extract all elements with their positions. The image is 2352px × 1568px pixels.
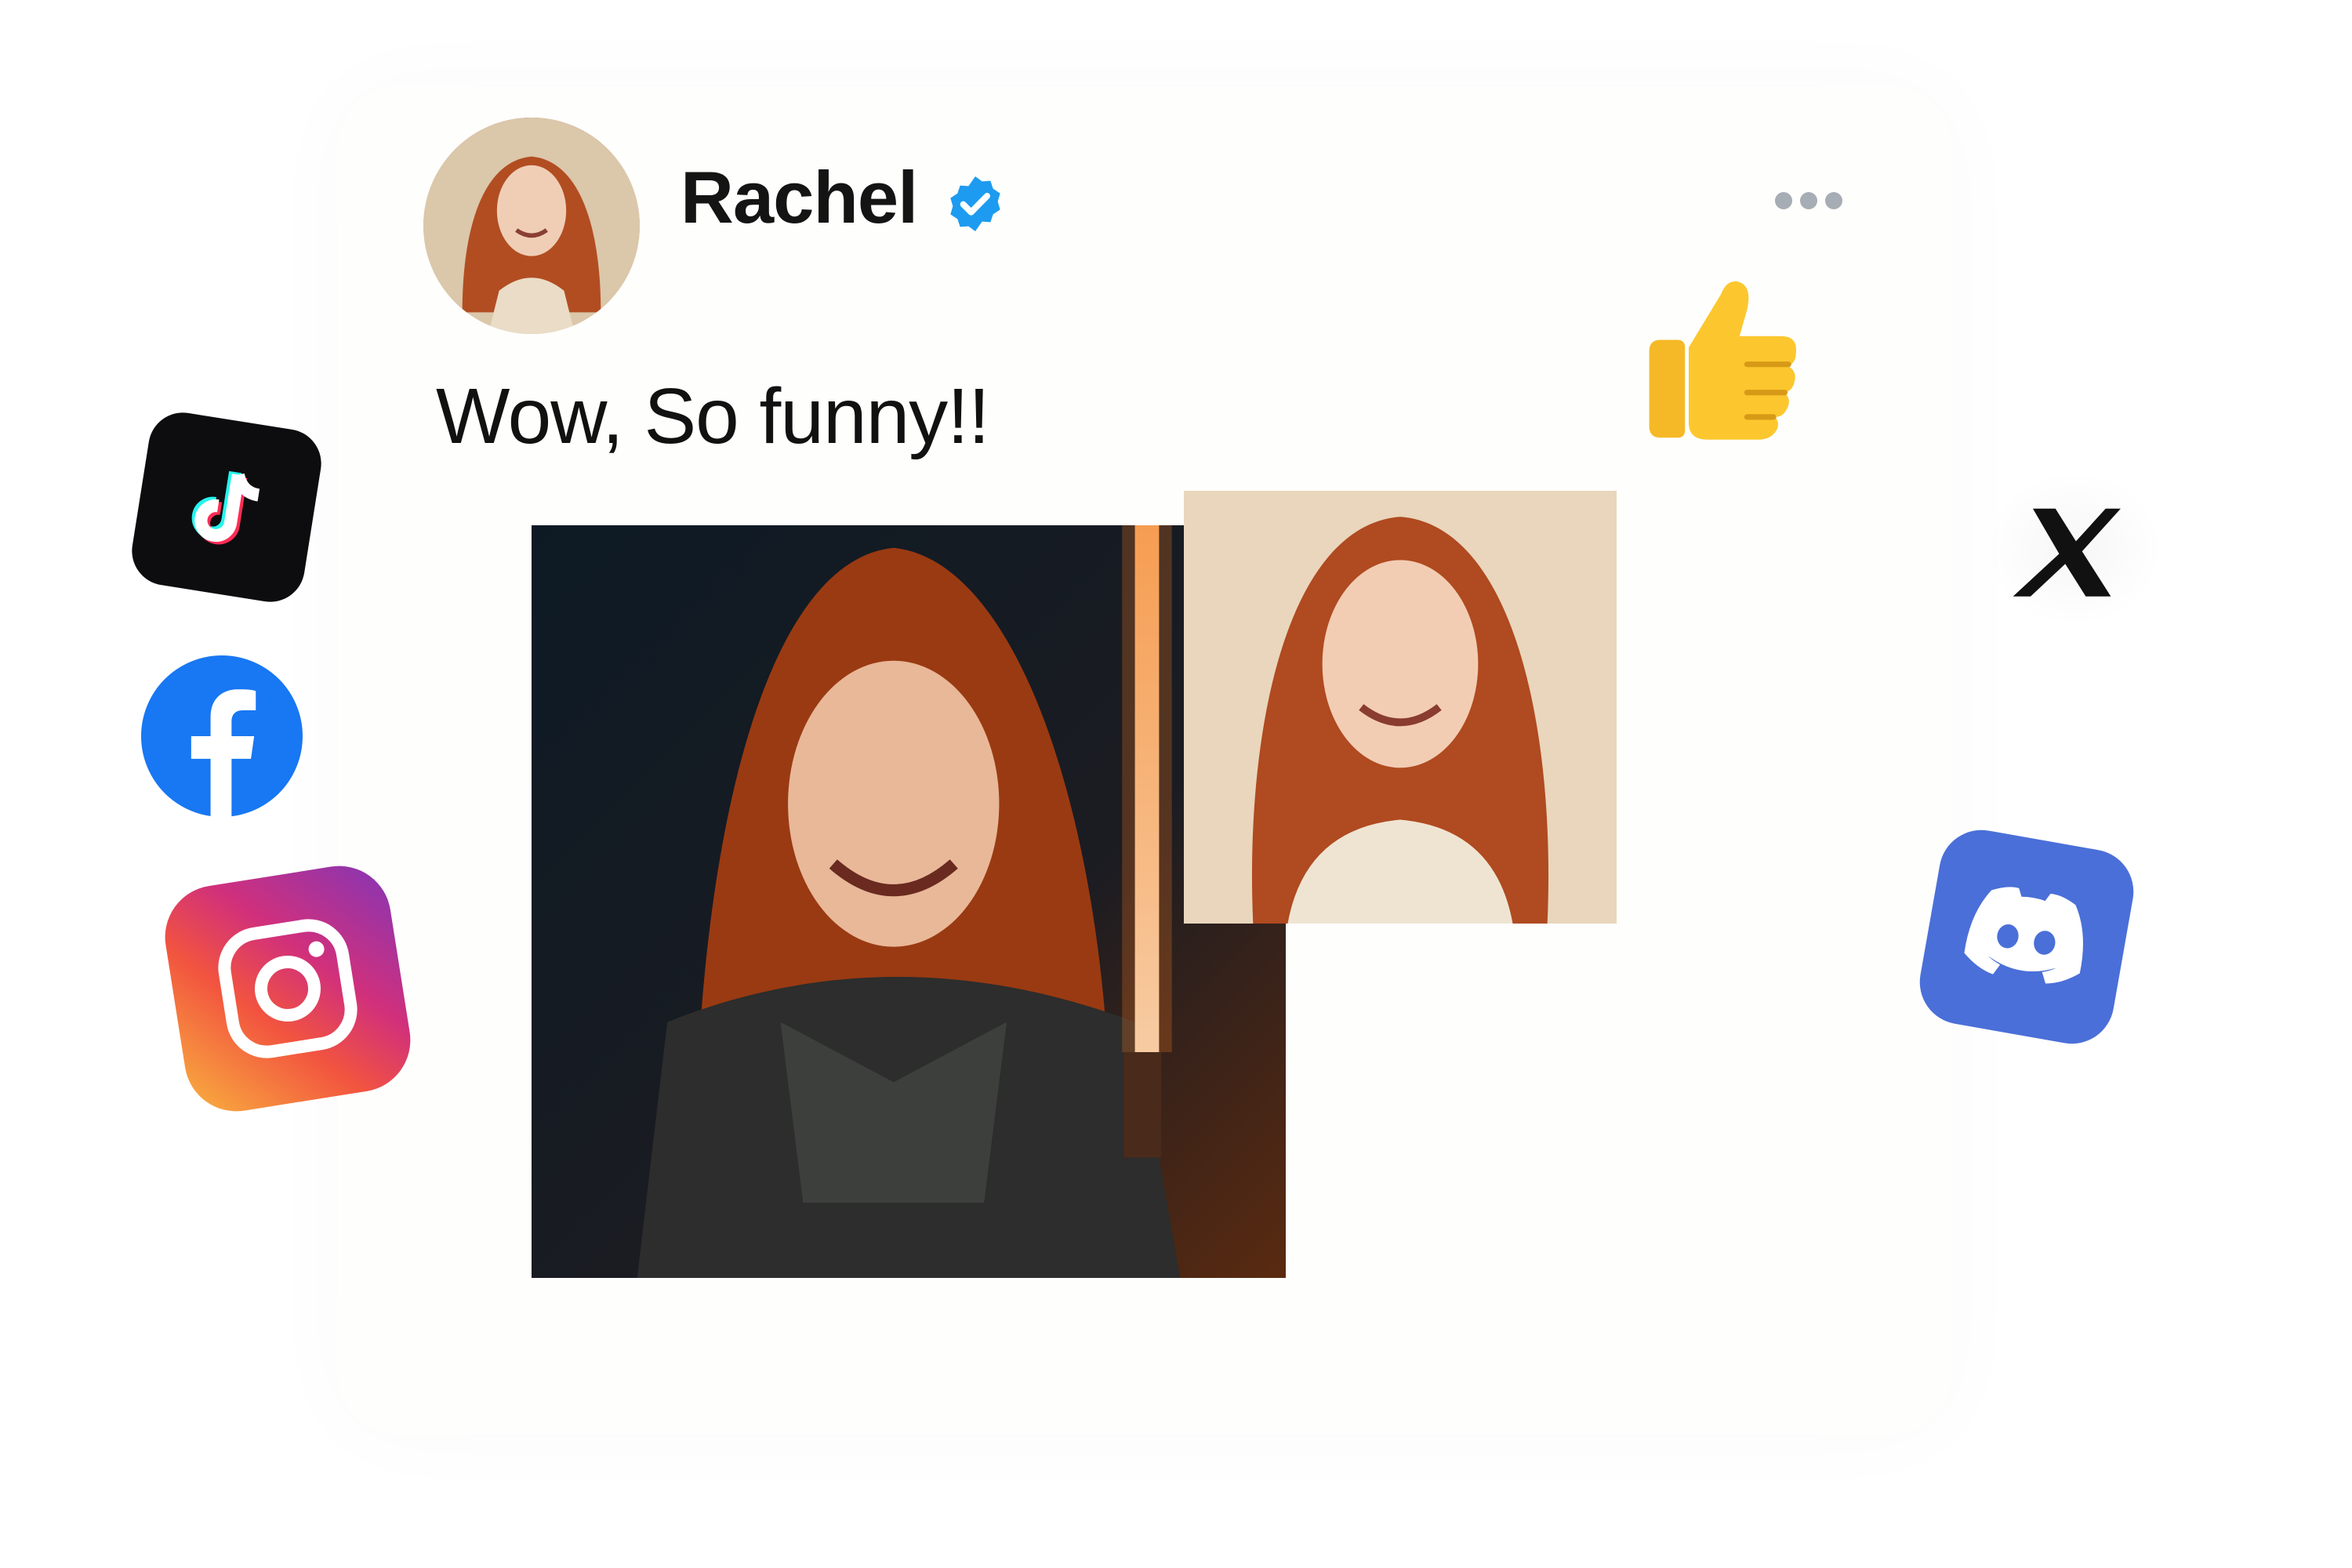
armor-photo-image	[532, 525, 1286, 1278]
thumbs-up-icon[interactable]	[1623, 263, 1811, 455]
username[interactable]: Rachel	[681, 155, 918, 240]
post-text: Wow, So funny!!	[436, 372, 990, 460]
more-options-icon[interactable]	[1775, 191, 1842, 210]
discord-icon[interactable]	[1913, 823, 2140, 1051]
portrait-photo[interactable]	[1184, 491, 1617, 924]
facebook-icon[interactable]	[141, 655, 303, 817]
verified-badge-icon	[950, 176, 1000, 231]
tiktok-icon[interactable]	[127, 408, 326, 607]
x-icon[interactable]	[1984, 470, 2164, 627]
portrait-photo-image	[1184, 491, 1617, 924]
armor-photo[interactable]	[532, 525, 1286, 1278]
avatar[interactable]	[423, 118, 640, 334]
instagram-icon[interactable]	[158, 858, 418, 1119]
avatar-image	[423, 118, 640, 334]
